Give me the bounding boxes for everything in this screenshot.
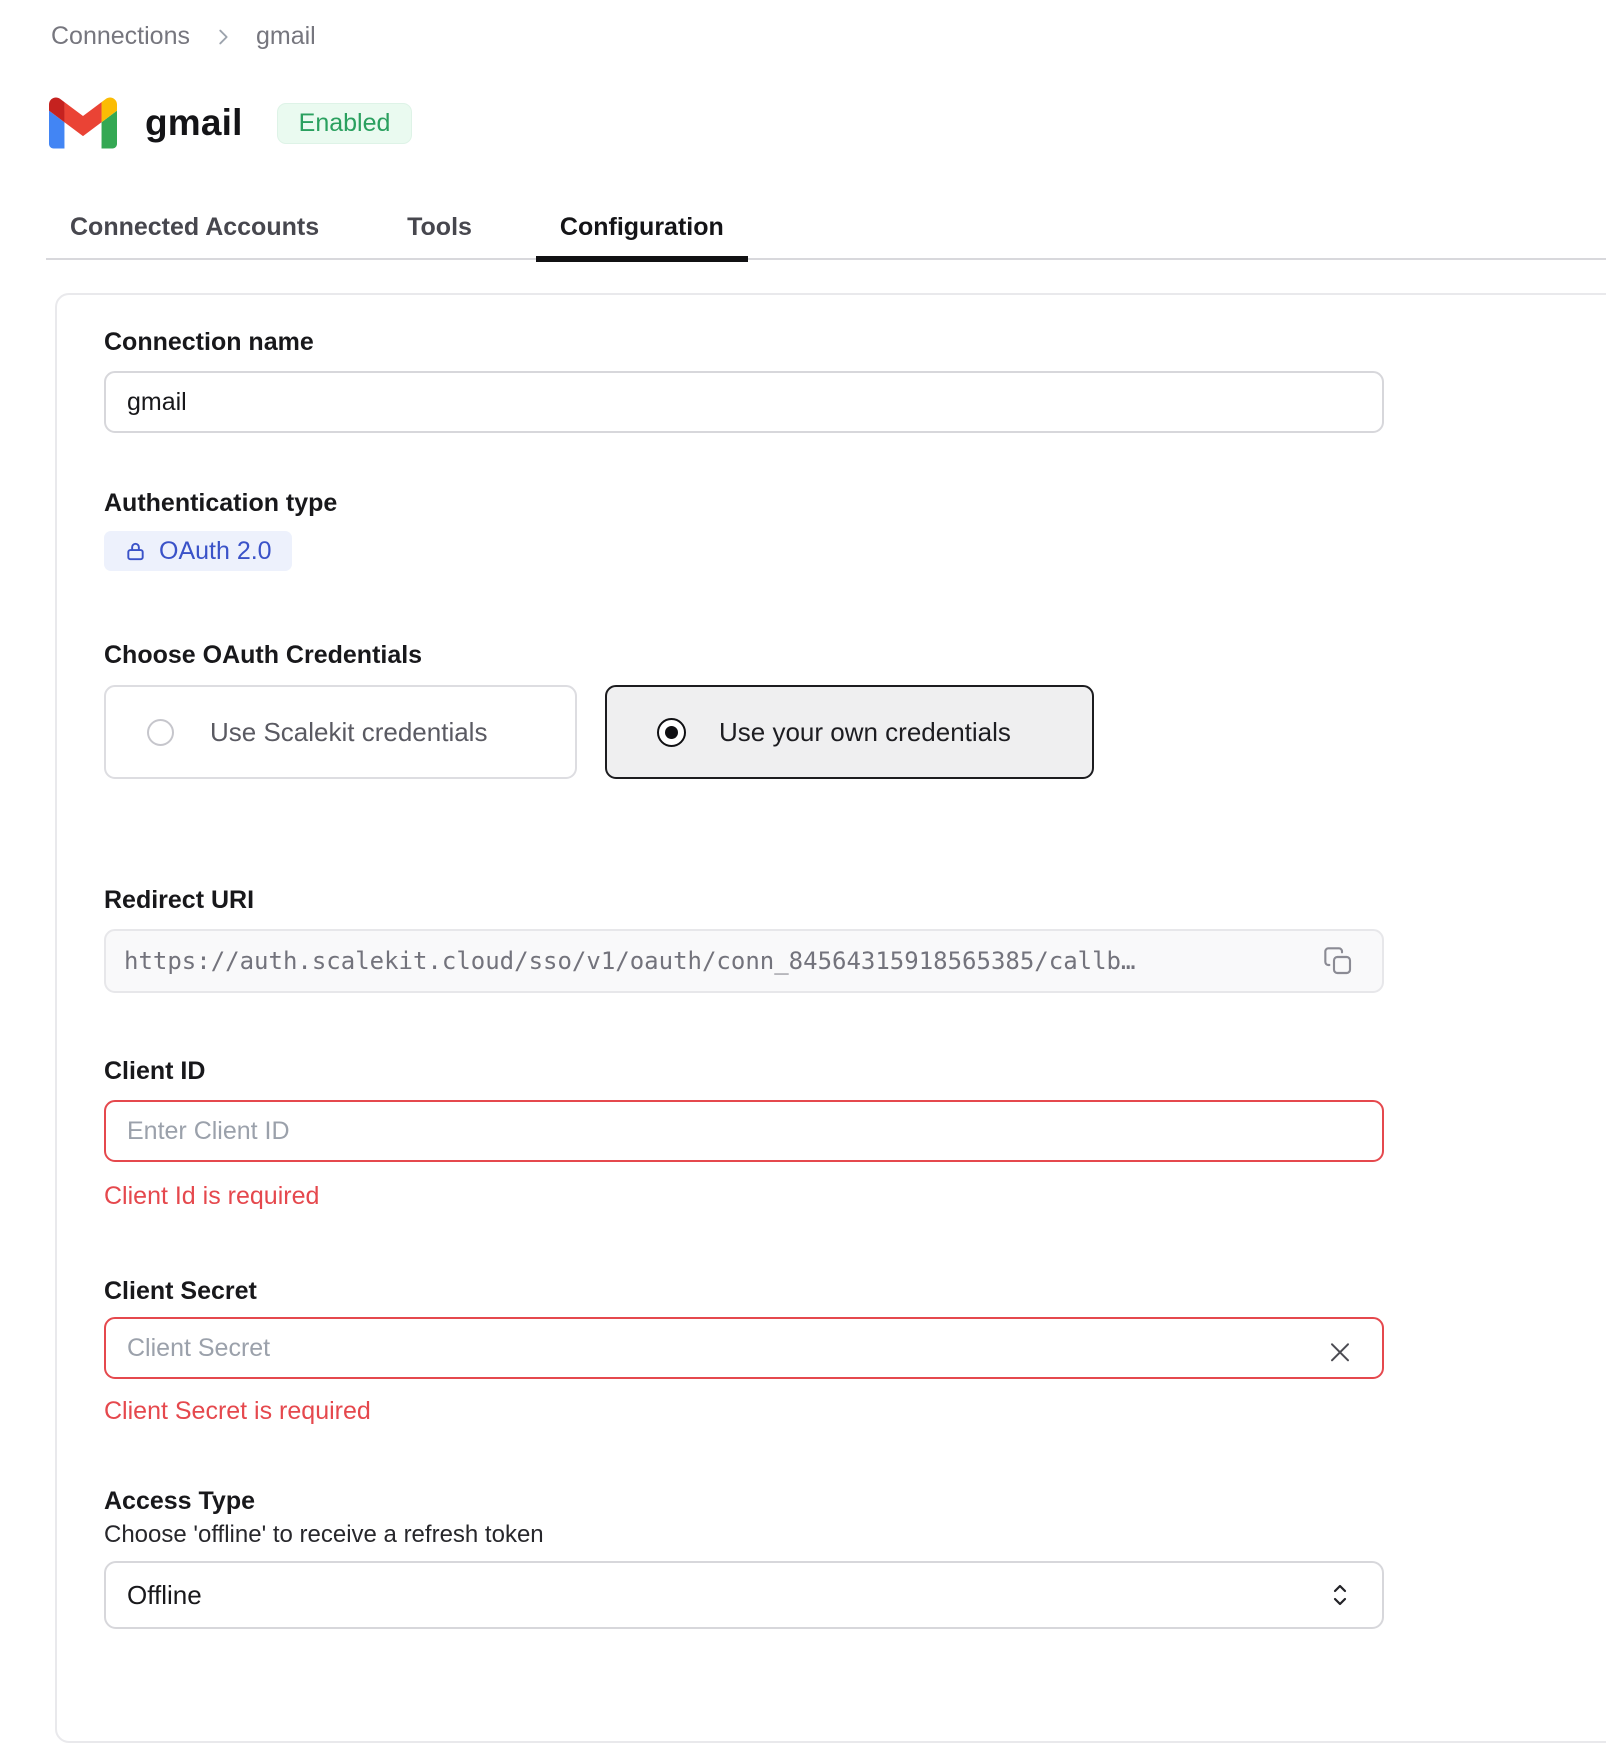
access-type-value: Offline [127, 1580, 202, 1611]
client-id-error: Client Id is required [104, 1182, 1384, 1210]
option-scalekit-credentials-label: Use Scalekit credentials [210, 717, 487, 748]
client-id-input[interactable] [104, 1100, 1384, 1162]
tab-connected-accounts[interactable]: Connected Accounts [46, 196, 343, 258]
option-own-credentials[interactable]: Use your own credentials [605, 685, 1094, 779]
redirect-uri-label: Redirect URI [104, 886, 1384, 914]
client-id-group: Client ID Client Id is required [104, 1057, 1384, 1210]
client-secret-error: Client Secret is required [104, 1397, 1384, 1425]
breadcrumb: Connections gmail [51, 22, 1606, 51]
access-type-group: Access Type Choose 'offline' to receive … [104, 1487, 1384, 1629]
gmail-logo-icon [49, 97, 117, 149]
oauth-credentials-options: Use Scalekit credentials Use your own cr… [104, 685, 1384, 779]
page-header: gmail Enabled [49, 97, 1606, 149]
oauth-badge: OAuth 2.0 [104, 531, 292, 571]
connection-name-group: Connection name [104, 328, 1384, 433]
copy-button[interactable] [1318, 941, 1358, 981]
oauth-badge-label: OAuth 2.0 [159, 537, 272, 566]
oauth-credentials-label: Choose OAuth Credentials [104, 641, 1384, 669]
copy-icon [1322, 945, 1354, 977]
client-secret-label: Client Secret [104, 1277, 1384, 1305]
client-id-label: Client ID [104, 1057, 1384, 1085]
tab-configuration[interactable]: Configuration [536, 196, 748, 258]
option-scalekit-credentials[interactable]: Use Scalekit credentials [104, 685, 577, 779]
tab-bar: Connected Accounts Tools Configuration [46, 196, 1606, 260]
redirect-uri-field[interactable]: https://auth.scalekit.cloud/sso/v1/oauth… [104, 929, 1384, 993]
radio-checked-icon [657, 718, 686, 747]
connection-name-input[interactable] [104, 371, 1384, 433]
clear-client-secret-button[interactable] [1322, 1334, 1358, 1370]
authentication-type-group: Authentication type OAuth 2.0 [104, 489, 1384, 571]
chevron-right-icon [212, 26, 234, 48]
x-icon [1324, 1336, 1356, 1368]
option-own-credentials-label: Use your own credentials [719, 717, 1011, 748]
chevron-up-down-icon [1328, 1579, 1352, 1611]
access-type-label: Access Type [104, 1487, 1384, 1515]
lock-icon [124, 540, 147, 563]
connection-name-label: Connection name [104, 328, 1384, 356]
radio-unchecked-icon [147, 719, 174, 746]
oauth-credentials-group: Choose OAuth Credentials Use Scalekit cr… [104, 641, 1384, 779]
redirect-uri-group: Redirect URI https://auth.scalekit.cloud… [104, 886, 1384, 993]
client-secret-input[interactable] [104, 1317, 1384, 1379]
access-type-help: Choose 'offline' to receive a refresh to… [104, 1521, 1384, 1549]
client-secret-group: Client Secret Client Secret is required [104, 1277, 1384, 1425]
redirect-uri-value: https://auth.scalekit.cloud/sso/v1/oauth… [124, 947, 1302, 975]
access-type-select[interactable]: Offline [104, 1561, 1384, 1629]
status-badge: Enabled [277, 103, 413, 144]
authentication-type-label: Authentication type [104, 489, 1384, 517]
configuration-panel: Connection name Authentication type OAut… [55, 293, 1606, 1743]
page-title: gmail [145, 102, 243, 144]
breadcrumb-connections[interactable]: Connections [51, 22, 190, 51]
breadcrumb-current: gmail [256, 22, 316, 51]
tab-tools[interactable]: Tools [383, 196, 496, 258]
